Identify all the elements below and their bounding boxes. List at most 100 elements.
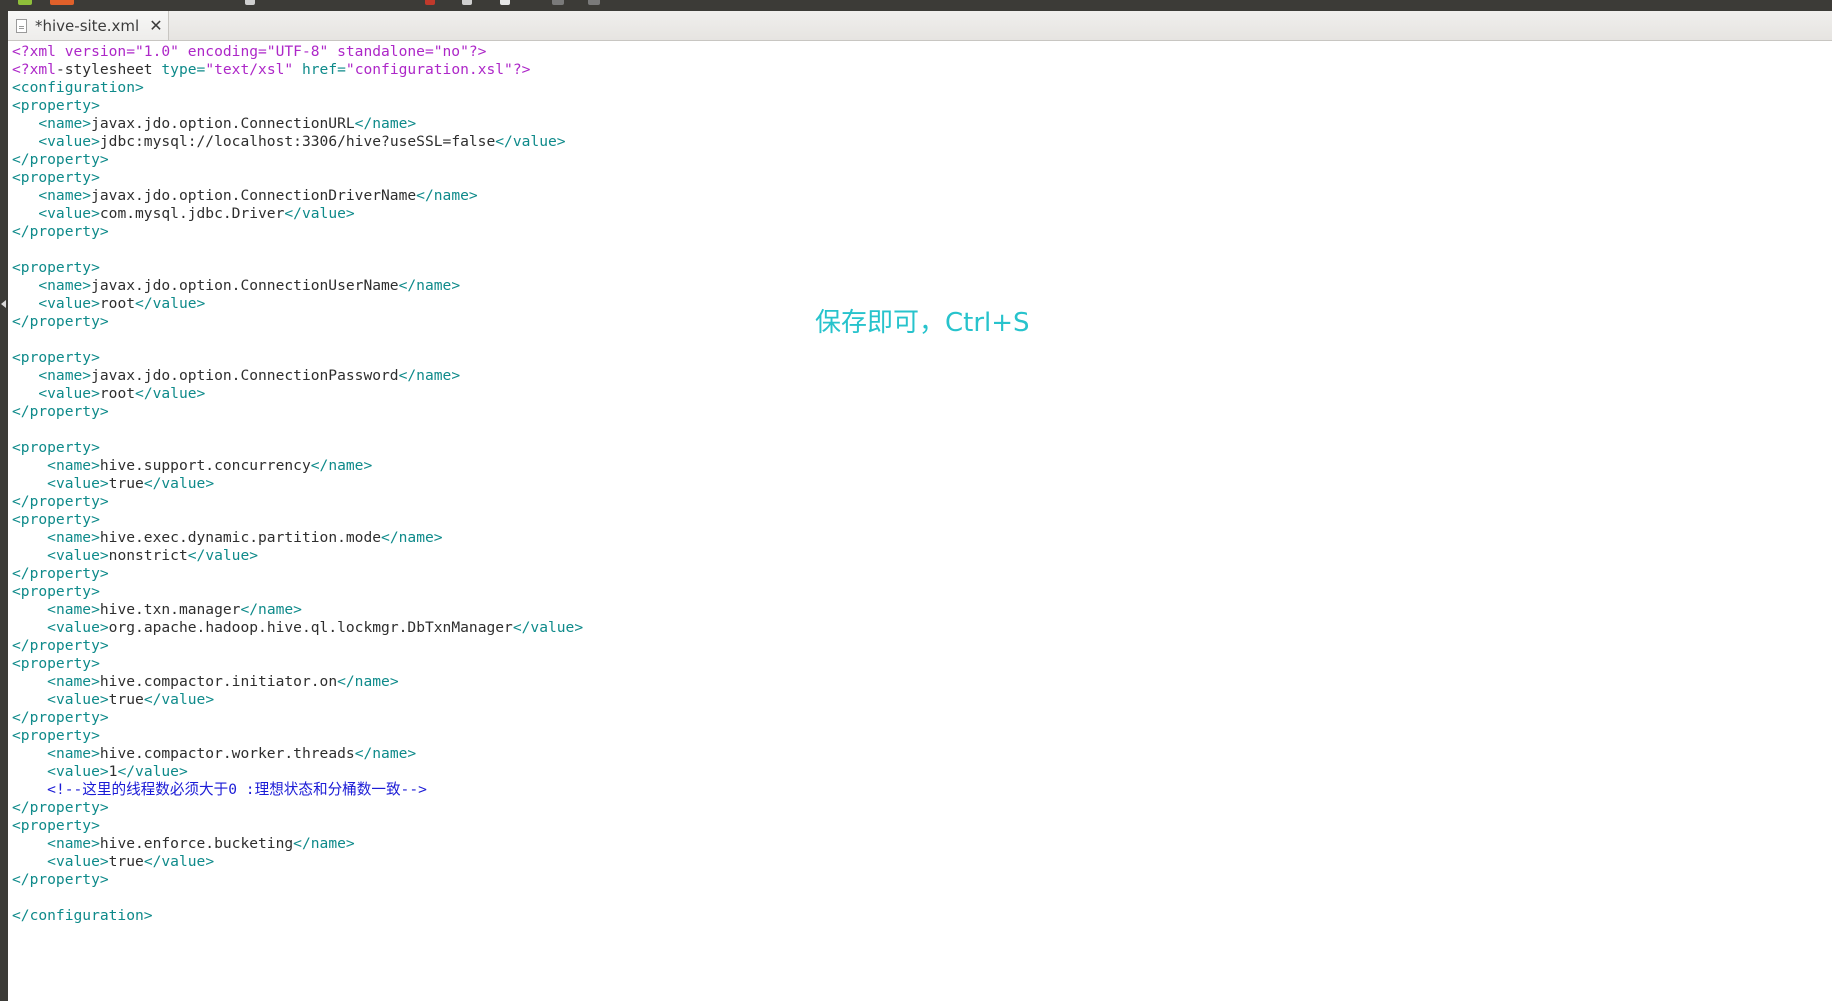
code-line: <property>: [12, 511, 1812, 529]
xml-tag-token: </property>: [12, 403, 109, 420]
xml-tag-token: <name>: [47, 673, 100, 690]
code-line: <name>hive.exec.dynamic.partition.mode</…: [12, 529, 1812, 547]
code-line: </property>: [12, 709, 1812, 727]
xml-tag-token: <name>: [47, 745, 100, 762]
xml-tag-token: <property>: [12, 169, 100, 186]
code-line: <value>true</value>: [12, 475, 1812, 493]
text-editor-area[interactable]: <?xml version="1.0" encoding="UTF-8" sta…: [12, 43, 1812, 993]
text-token: javax.jdo.option.ConnectionUserName: [91, 277, 399, 294]
text-token: hive.support.concurrency: [99, 457, 311, 474]
code-line: <name>javax.jdo.option.ConnectionUserNam…: [12, 277, 1812, 295]
xml-tag-token: <configuration>: [12, 79, 144, 96]
code-line: <property>: [12, 655, 1812, 673]
code-line: </property>: [12, 493, 1812, 511]
xml-tag-token: <name>: [38, 277, 92, 294]
code-line: <value>org.apache.hadoop.hive.ql.lockmgr…: [12, 619, 1812, 637]
xml-tag-token: </property>: [12, 565, 109, 582]
file-icon[interactable]: [245, 0, 255, 5]
xml-tag-token: <property>: [12, 439, 100, 456]
xml-tag-token: </value>: [495, 133, 566, 150]
xml-tag-token: <value>: [47, 547, 109, 564]
code-line: <value>root</value>: [12, 385, 1812, 403]
xml-tag-token: <value>: [38, 133, 100, 150]
close-tab-icon[interactable]: ✕: [149, 17, 162, 34]
xml-tag-token: href=: [293, 61, 346, 78]
xml-tag-token: <property>: [12, 97, 100, 114]
xml-tag-token: </value>: [284, 205, 355, 222]
app-icon[interactable]: [50, 0, 74, 5]
page-icon[interactable]: [500, 0, 510, 5]
text-token: jdbc:mysql://localhost:3306/hive?useSSL=…: [99, 133, 496, 150]
xml-tag-token: <name>: [47, 457, 100, 474]
code-line: </property>: [12, 565, 1812, 583]
tab-hive-site-xml[interactable]: *hive-site.xml ✕: [8, 11, 169, 40]
code-line: </configuration>: [12, 907, 1812, 925]
xml-tag-token: </property>: [12, 223, 109, 240]
xml-tag-token: <value>: [38, 205, 100, 222]
code-line: <value>1</value>: [12, 763, 1812, 781]
code-line: <property>: [12, 169, 1812, 187]
code-line: <name>javax.jdo.option.ConnectionURL</na…: [12, 115, 1812, 133]
attribute-value-token: "configuration.xsl": [345, 61, 513, 78]
settings-icon[interactable]: [588, 0, 600, 5]
xml-tag-token: </value>: [187, 547, 259, 564]
code-line: <?xml-stylesheet type="text/xsl" href="c…: [12, 61, 1812, 79]
code-line: <value>nonstrict</value>: [12, 547, 1812, 565]
code-line: <property>: [12, 583, 1812, 601]
tab-title: *hive-site.xml: [35, 16, 140, 35]
xml-tag-token: </value>: [143, 475, 215, 492]
collapse-arrow-icon[interactable]: [1, 300, 6, 308]
xml-tag-token: </property>: [12, 709, 109, 726]
code-line: <name>hive.enforce.bucketing</name>: [12, 835, 1812, 853]
xml-tag-token: </property>: [12, 313, 109, 330]
xml-tag-token: </configuration>: [12, 907, 153, 924]
text-token: root: [99, 295, 136, 312]
xml-tag-token: </name>: [337, 673, 399, 690]
network-icon[interactable]: [552, 0, 564, 5]
text-token: hive.exec.dynamic.partition.mode: [99, 529, 382, 546]
record-icon[interactable]: [425, 0, 435, 5]
xml-tag-token: <name>: [38, 367, 92, 384]
xml-declaration-token: <?xml: [12, 61, 56, 78]
document-icon[interactable]: [462, 0, 472, 5]
xml-tag-token: <property>: [12, 727, 100, 744]
code-line: <property>: [12, 727, 1812, 745]
xml-tag-token: <value>: [47, 619, 109, 636]
text-token: true: [108, 691, 144, 708]
xml-tag-token: </value>: [512, 619, 584, 636]
text-token: hive.enforce.bucketing: [99, 835, 294, 852]
code-line: <name>hive.compactor.initiator.on</name>: [12, 673, 1812, 691]
text-token: true: [108, 853, 144, 870]
text-token: hive.compactor.initiator.on: [99, 673, 338, 690]
xml-tag-token: </value>: [135, 385, 206, 402]
xml-tag-token: <value>: [38, 385, 100, 402]
xml-declaration-token: <?xml version="1.0" encoding="UTF-8" sta…: [12, 43, 487, 60]
xml-comment-token: <!--这里的线程数必须大于0 :理想状态和分桶数一致-->: [47, 781, 427, 798]
text-token: true: [108, 475, 144, 492]
code-line: <property>: [12, 439, 1812, 457]
xml-tag-token: </name>: [354, 745, 417, 762]
text-token: org.apache.hadoop.hive.ql.lockmgr.DbTxnM…: [108, 619, 513, 636]
save-hint-annotation: 保存即可，Ctrl+S: [815, 308, 1030, 338]
code-line: <property>: [12, 817, 1812, 835]
text-token: javax.jdo.option.ConnectionPassword: [91, 367, 399, 384]
launcher-icon[interactable]: [18, 0, 32, 5]
system-top-bar: [0, 0, 1832, 11]
text-token: root: [99, 385, 136, 402]
xml-tag-token: </property>: [12, 871, 109, 888]
code-line: <value>com.mysql.jdbc.Driver</value>: [12, 205, 1812, 223]
